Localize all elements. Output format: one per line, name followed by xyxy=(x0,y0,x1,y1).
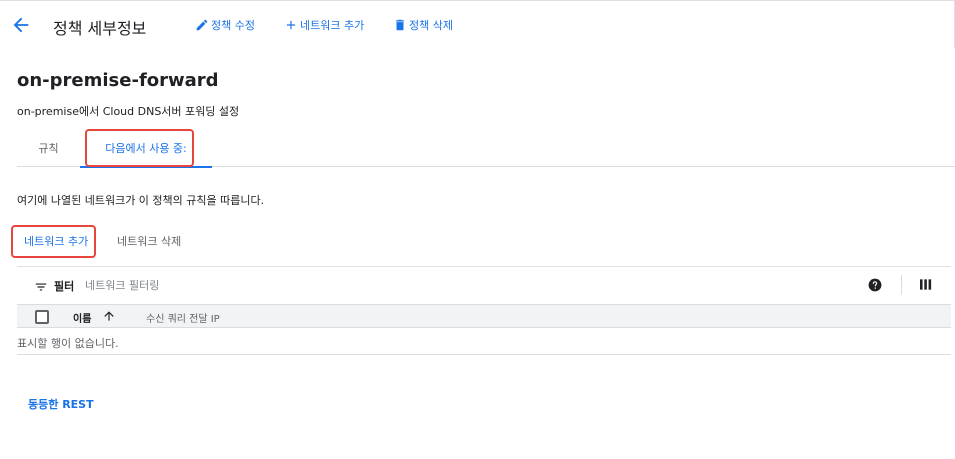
delete-policy-label: 정책 삭제 xyxy=(409,19,453,32)
delete-policy-button[interactable]: 정책 삭제 xyxy=(393,17,453,33)
filter-bar: 필터 xyxy=(17,266,951,304)
top-bar: 정책 세부정보 정책 수정 네트워크 추가 정책 삭제 xyxy=(0,0,955,48)
arrow-up-sort-icon[interactable] xyxy=(102,309,116,323)
edit-policy-button[interactable]: 정책 수정 xyxy=(195,17,255,33)
trash-icon xyxy=(395,19,405,31)
add-network-button[interactable]: 네트워크 추가 xyxy=(24,233,88,249)
info-text: 여기에 나열된 네트워크가 이 정책의 규칙을 따릅니다. xyxy=(17,194,265,207)
filter-icon xyxy=(35,283,47,291)
delete-network-button[interactable]: 네트워크 삭제 xyxy=(117,233,181,249)
empty-table-message: 표시할 행이 없습니다. xyxy=(17,337,119,350)
equivalent-rest-link[interactable]: 동등한 REST xyxy=(28,396,94,412)
column-display-icon[interactable] xyxy=(920,279,932,290)
page-title: 정책 세부정보 xyxy=(53,19,147,38)
plus-icon xyxy=(286,20,296,30)
column-header-name[interactable]: 이름 xyxy=(73,310,91,325)
policy-name: on-premise-forward xyxy=(17,70,219,91)
tab-rules-label: 규칙 xyxy=(38,141,59,155)
policy-description: on-premise에서 Cloud DNS서버 포워딩 설정 xyxy=(17,105,240,118)
tab-used-by-label: 다음에서 사용 중: xyxy=(105,141,187,155)
tab-rules[interactable]: 규칙 xyxy=(17,128,80,167)
arrow-back-icon[interactable] xyxy=(10,14,32,36)
help-icon[interactable] xyxy=(868,278,882,292)
column-header-forwarding-ip: 수신 쿼리 전달 IP xyxy=(146,314,220,325)
network-filter-input[interactable] xyxy=(85,274,385,296)
toolbar-divider xyxy=(901,275,902,295)
pencil-icon xyxy=(196,19,208,31)
select-all-checkbox[interactable] xyxy=(35,310,49,324)
tab-bar: 규칙 다음에서 사용 중: xyxy=(17,128,955,168)
tab-used-by[interactable]: 다음에서 사용 중: xyxy=(80,128,212,168)
table-empty-row: 표시할 행이 없습니다. xyxy=(17,328,951,355)
edit-policy-label: 정책 수정 xyxy=(211,19,255,32)
add-network-header-button[interactable]: 네트워크 추가 xyxy=(284,17,364,33)
active-tab-indicator xyxy=(80,166,212,168)
add-network-header-label: 네트워크 추가 xyxy=(300,19,365,32)
filter-label: 필터 xyxy=(54,280,75,293)
table-header: 이름 수신 쿼리 전달 IP xyxy=(17,304,951,328)
